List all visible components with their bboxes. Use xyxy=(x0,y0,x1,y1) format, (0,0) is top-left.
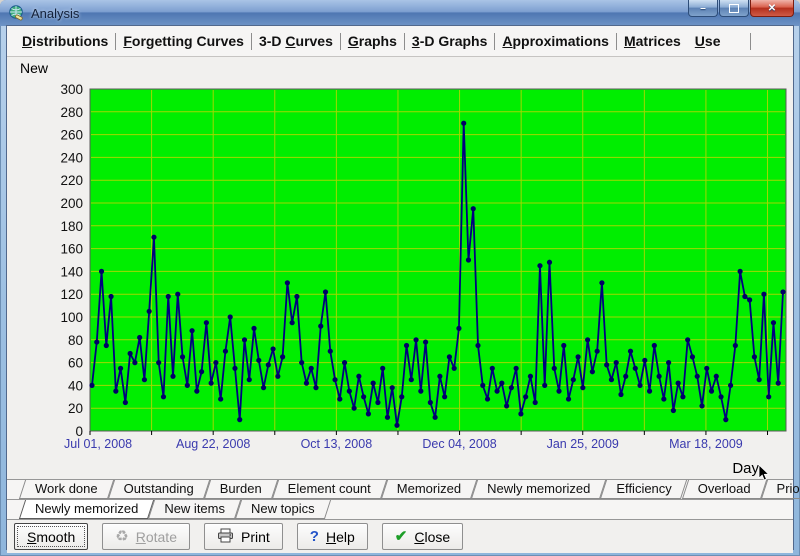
svg-text:240: 240 xyxy=(60,150,83,165)
button-label: Rotate xyxy=(136,529,177,545)
window-controls: – ✕ xyxy=(688,0,794,17)
bottom-tab-work-done[interactable]: Work done xyxy=(22,480,111,499)
tab-3-d-curves[interactable]: 3-D Curves xyxy=(252,30,340,52)
svg-text:200: 200 xyxy=(60,196,83,211)
top-tab-bar: DistributionsForgetting Curves3-D Curves… xyxy=(7,26,793,57)
bottom-tab-priorities-missed[interactable]: Priorities missed xyxy=(764,480,800,499)
svg-text:Jan 25, 2009: Jan 25, 2009 xyxy=(547,437,619,451)
bottom-tab-new-items[interactable]: New items xyxy=(151,500,238,519)
rotate-button[interactable]: ♻ Rotate xyxy=(102,523,190,550)
window-title: Analysis xyxy=(31,6,79,21)
printer-icon xyxy=(217,528,234,546)
bottom-tab-label: Newly memorized xyxy=(35,501,138,516)
tab-distributions[interactable]: Distributions xyxy=(15,30,115,52)
svg-text:300: 300 xyxy=(60,83,83,97)
svg-text:20: 20 xyxy=(68,401,83,416)
bottom-tab-label: New topics xyxy=(251,501,315,516)
svg-text:Aug 22, 2008: Aug 22, 2008 xyxy=(176,437,250,451)
bottom-tab-label: Work done xyxy=(35,481,98,496)
smooth-button[interactable]: Smooth xyxy=(14,523,88,550)
bottom-tab-newly-memorized[interactable]: Newly memorized xyxy=(22,500,151,519)
bottom-tab-label: Memorized xyxy=(397,481,461,496)
maximize-icon xyxy=(729,4,739,13)
check-icon: ✔ xyxy=(395,529,408,544)
svg-text:40: 40 xyxy=(68,378,83,393)
bottom-tab-overload[interactable]: Overload xyxy=(685,480,764,499)
mouse-cursor xyxy=(758,464,770,482)
bottom-tab-label: Outstanding xyxy=(124,481,194,496)
svg-text:220: 220 xyxy=(60,173,83,188)
bottom-tab-outstanding[interactable]: Outstanding xyxy=(111,480,207,499)
button-label: Smooth xyxy=(27,529,75,545)
svg-text:Oct 13, 2008: Oct 13, 2008 xyxy=(301,437,373,451)
bottom-tab-burden[interactable]: Burden xyxy=(207,480,275,499)
bottom-tab-memorized[interactable]: Memorized xyxy=(384,480,474,499)
help-icon: ? xyxy=(310,529,319,544)
use-chart[interactable]: 0204060801001201401601802002202402602803… xyxy=(7,83,793,457)
svg-text:180: 180 xyxy=(60,219,83,234)
tab-use[interactable]: Use xyxy=(688,30,728,52)
titlebar[interactable]: Analysis – ✕ xyxy=(0,0,800,26)
bottom-tab-element-count[interactable]: Element count xyxy=(275,480,384,499)
button-label: Print xyxy=(241,529,270,545)
bottom-tab-label: Element count xyxy=(288,481,371,496)
print-button[interactable]: Print xyxy=(204,523,283,550)
button-label: Close xyxy=(414,529,450,545)
series-label: New xyxy=(20,60,48,76)
svg-text:260: 260 xyxy=(60,128,83,143)
svg-text:80: 80 xyxy=(68,333,83,348)
bottom-tab-newly-memorized[interactable]: Newly memorized xyxy=(474,480,603,499)
bottom-tab-label: Burden xyxy=(220,481,262,496)
bottom-tab-row-1: Work done Outstanding Burden Element count M… xyxy=(7,479,793,499)
tab-matrices[interactable]: Matrices xyxy=(617,30,688,52)
client-area: DistributionsForgetting Curves3-D Curves… xyxy=(7,26,793,549)
bottom-tab-label: Priorities missed xyxy=(777,481,800,496)
x-axis-title: Day xyxy=(732,460,759,477)
svg-text:Dec 04, 2008: Dec 04, 2008 xyxy=(422,437,496,451)
minimize-button[interactable]: – xyxy=(688,0,718,17)
tab-forgetting-curves[interactable]: Forgetting Curves xyxy=(116,30,251,52)
bottom-tab-efficiency[interactable]: Efficiency xyxy=(603,480,684,499)
tab-approximations[interactable]: Approximations xyxy=(495,30,616,52)
svg-text:280: 280 xyxy=(60,105,83,120)
svg-text:160: 160 xyxy=(60,242,83,257)
analysis-window: Analysis – ✕ DistributionsForgetting Cur… xyxy=(0,0,800,556)
svg-text:100: 100 xyxy=(60,310,83,325)
bottom-tab-label: Overload xyxy=(698,481,751,496)
bottom-tab-label: New items xyxy=(164,501,225,516)
bottom-tab-row-2: Newly memorized New items New topics xyxy=(7,499,793,519)
close-button[interactable]: ✔ Close xyxy=(382,523,463,550)
button-label: Help xyxy=(326,529,355,545)
button-bar: Smooth ♻ Rotate Print? Help ✔ Close xyxy=(7,519,793,553)
bottom-tab-label: Newly memorized xyxy=(487,481,590,496)
maximize-button[interactable] xyxy=(719,0,749,17)
analysis-icon xyxy=(8,5,25,21)
bottom-tab-new-topics[interactable]: New topics xyxy=(238,500,328,519)
rotate-icon: ♻ xyxy=(115,529,128,544)
close-button[interactable]: ✕ xyxy=(750,0,794,17)
chart-panel: New 020406080100120140160180200220240260… xyxy=(7,57,793,479)
tab-separator xyxy=(750,33,751,50)
tab-graphs[interactable]: Graphs xyxy=(341,30,404,52)
bottom-tab-label: Efficiency xyxy=(616,481,671,496)
svg-text:120: 120 xyxy=(60,287,83,302)
tab-3-d-graphs[interactable]: 3-D Graphs xyxy=(405,30,494,52)
svg-text:Jul 01, 2008: Jul 01, 2008 xyxy=(64,437,132,451)
svg-text:Mar 18, 2009: Mar 18, 2009 xyxy=(669,437,743,451)
svg-text:140: 140 xyxy=(60,264,83,279)
help-button[interactable]: ? Help xyxy=(297,523,368,550)
svg-text:60: 60 xyxy=(68,356,83,371)
